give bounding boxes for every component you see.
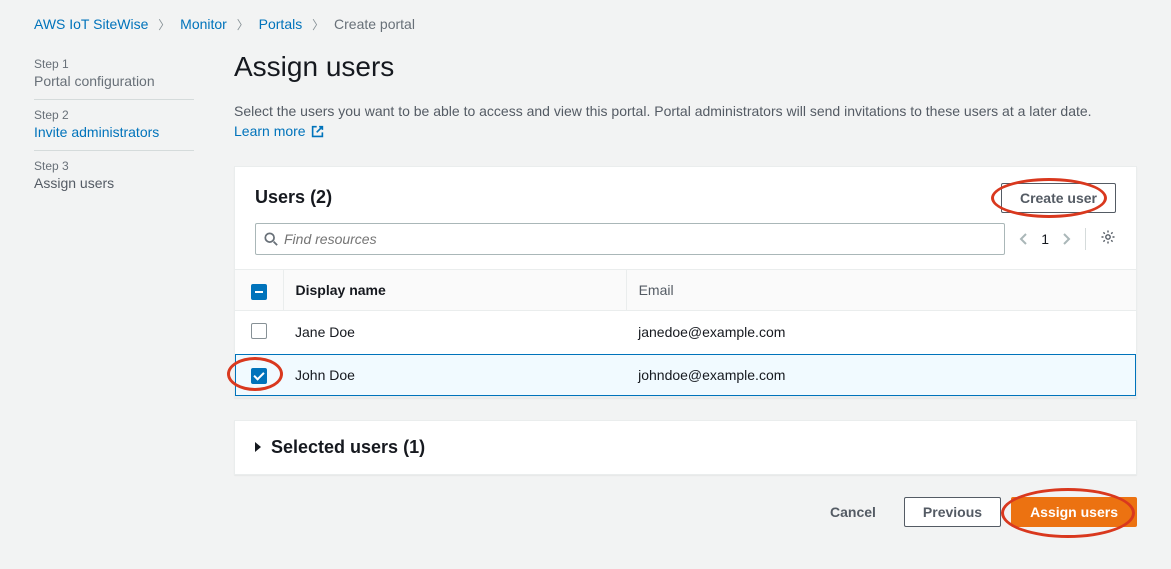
step-name: Portal configuration [34,71,194,89]
users-panel: Users (2) Create user 1 [234,166,1137,398]
select-all-checkbox[interactable] [251,284,267,300]
chevron-left-icon [1019,232,1029,246]
wizard-steps: Step 1 Portal configuration Step 2 Invit… [34,45,194,567]
chevron-right-icon: 〉 [237,18,249,32]
cell-email: janedoe@example.com [626,310,1136,354]
row-checkbox[interactable] [251,368,267,384]
create-user-button[interactable]: Create user [1001,183,1116,213]
cell-name: John Doe [283,354,626,396]
page-title: Assign users [234,51,1137,83]
learn-more-link[interactable]: Learn more [234,123,324,139]
wizard-actions: Cancel Previous Assign users [234,497,1137,527]
page-number: 1 [1041,231,1049,247]
search-input[interactable] [278,231,996,247]
selected-users-title: Selected users (1) [271,437,425,458]
page-next-button[interactable] [1061,232,1071,246]
step-1[interactable]: Step 1 Portal configuration [34,49,194,100]
external-link-icon [311,123,324,143]
step-2[interactable]: Step 2 Invite administrators [34,100,194,151]
search-icon [264,232,278,246]
table-row[interactable]: Jane Doe janedoe@example.com [235,310,1136,354]
table-row[interactable]: John Doe johndoe@example.com [235,354,1136,396]
breadcrumb: AWS IoT SiteWise 〉 Monitor 〉 Portals 〉 C… [0,0,1171,45]
pagination: 1 [1019,231,1071,247]
breadcrumb-link-monitor[interactable]: Monitor [180,16,227,32]
gear-icon [1100,229,1116,245]
selected-users-toggle[interactable]: Selected users (1) [235,421,1136,474]
row-checkbox[interactable] [251,323,267,339]
users-panel-title: Users (2) [255,187,332,208]
subtitle-text: Select the users you want to be able to … [234,103,1092,119]
previous-button[interactable]: Previous [904,497,1001,527]
col-email[interactable]: Email [626,269,1136,310]
search-input-wrap[interactable] [255,223,1005,255]
caret-right-icon [255,442,261,452]
settings-button[interactable] [1100,229,1116,248]
breadcrumb-link-portals[interactable]: Portals [259,16,303,32]
chevron-right-icon: 〉 [312,18,324,32]
breadcrumb-link-sitewise[interactable]: AWS IoT SiteWise [34,16,148,32]
col-display-name[interactable]: Display name [283,269,626,310]
users-table: Display name Email Jane Doe janedoe@exam… [235,269,1136,397]
selected-users-panel: Selected users (1) [234,420,1137,475]
step-name: Assign users [34,173,194,191]
step-3: Step 3 Assign users [34,151,194,201]
chevron-right-icon: 〉 [158,18,170,32]
breadcrumb-current: Create portal [334,16,415,32]
assign-users-button[interactable]: Assign users [1011,497,1137,527]
step-label: Step 1 [34,57,194,71]
page-prev-button[interactable] [1019,232,1029,246]
page-subtitle: Select the users you want to be able to … [234,101,1104,144]
cell-email: johndoe@example.com [626,354,1136,396]
cancel-button[interactable]: Cancel [812,498,894,526]
step-name: Invite administrators [34,122,194,140]
divider [1085,228,1086,250]
step-label: Step 3 [34,159,194,173]
step-label: Step 2 [34,108,194,122]
chevron-right-icon [1061,232,1071,246]
cell-name: Jane Doe [283,310,626,354]
